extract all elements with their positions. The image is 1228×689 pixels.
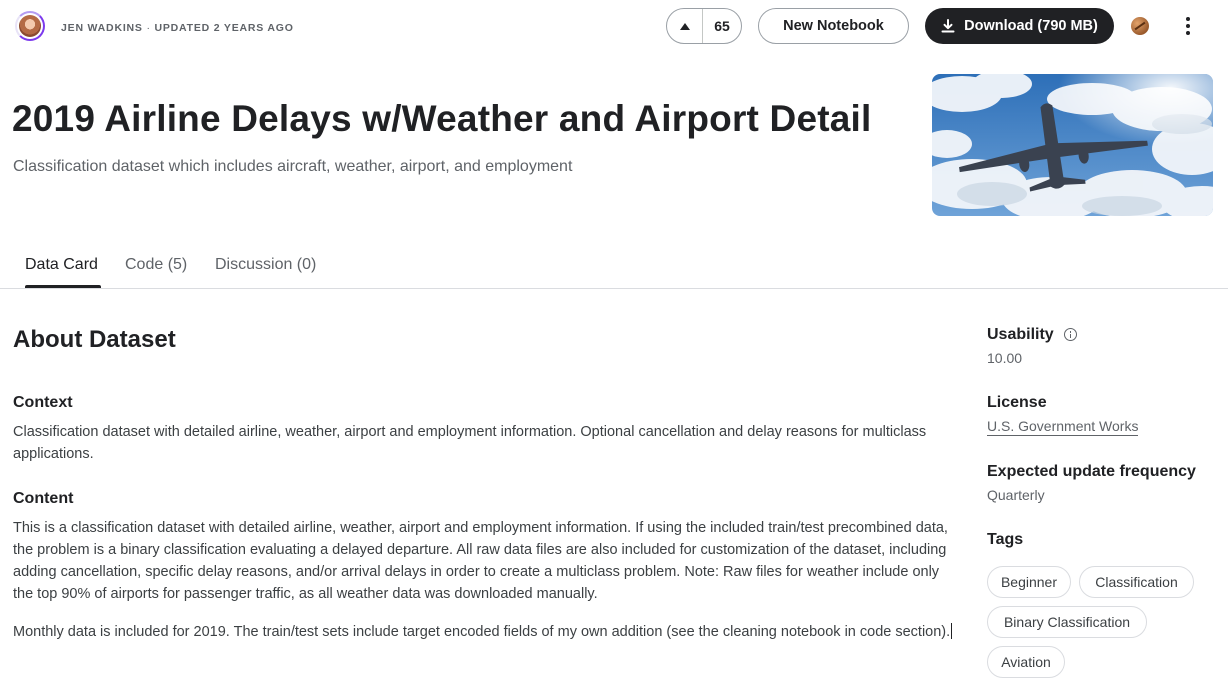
tab-data-card[interactable]: Data Card	[25, 256, 98, 274]
download-button[interactable]: Download (790 MB)	[925, 8, 1114, 44]
tab-discussion[interactable]: Discussion (0)	[215, 256, 316, 274]
dataset-subtitle: Classification dataset which includes ai…	[13, 158, 573, 175]
upvote-button[interactable]	[667, 9, 703, 43]
tab-code[interactable]: Code (5)	[125, 256, 187, 274]
author-line: JEN WADKINS · UPDATED 2 YEARS AGO	[61, 22, 294, 34]
monthly-text: Monthly data is included for 2019. The t…	[13, 624, 951, 640]
tab-bar: Data Card Code (5) Discussion (0)	[0, 240, 1228, 289]
profile-icon[interactable]	[1131, 17, 1149, 35]
download-icon	[941, 19, 955, 33]
updated-text: UPDATED 2 YEARS AGO	[154, 22, 294, 34]
usability-label: Usability	[987, 326, 1054, 343]
monthly-text-paragraph[interactable]: Monthly data is included for 2019. The t…	[13, 621, 958, 643]
avatar	[19, 15, 41, 37]
new-notebook-button[interactable]: New Notebook	[758, 8, 909, 44]
download-label: Download (790 MB)	[964, 18, 1098, 34]
kebab-menu-icon[interactable]	[1178, 14, 1198, 38]
tag-chip[interactable]: Binary Classification	[987, 606, 1147, 638]
info-icon[interactable]	[1064, 328, 1077, 341]
author-name[interactable]: JEN WADKINS	[61, 22, 143, 34]
tag-chip[interactable]: Beginner	[987, 566, 1071, 598]
dataset-title: 2019 Airline Delays w/Weather and Airpor…	[12, 98, 872, 139]
vote-control: 65	[666, 8, 742, 44]
usability-value: 10.00	[987, 350, 1023, 366]
author-avatar[interactable]	[15, 11, 45, 41]
update-frequency-label: Expected update frequency	[987, 463, 1196, 480]
content-heading: Content	[13, 490, 74, 507]
dataset-cover-image	[932, 74, 1213, 216]
active-tab-indicator	[25, 285, 101, 288]
tag-chip[interactable]: Aviation	[987, 646, 1065, 678]
author-separator: ·	[146, 22, 151, 34]
vote-count: 65	[714, 18, 730, 34]
top-bar: JEN WADKINS · UPDATED 2 YEARS AGO 65 New…	[0, 0, 1228, 52]
license-link[interactable]: U.S. Government Works	[987, 418, 1139, 436]
tag-chip[interactable]: Classification	[1079, 566, 1194, 598]
text-cursor	[951, 623, 953, 639]
airplane-sky-image	[932, 74, 1213, 216]
upvote-arrow-icon	[679, 22, 690, 30]
update-frequency-value: Quarterly	[987, 487, 1045, 503]
context-text: Classification dataset with detailed air…	[13, 424, 927, 462]
license-label: License	[987, 394, 1047, 411]
content-text: This is a classification dataset with de…	[13, 520, 948, 602]
about-dataset-heading: About Dataset	[13, 326, 176, 353]
context-heading: Context	[13, 394, 73, 411]
tags-label: Tags	[987, 531, 1024, 548]
